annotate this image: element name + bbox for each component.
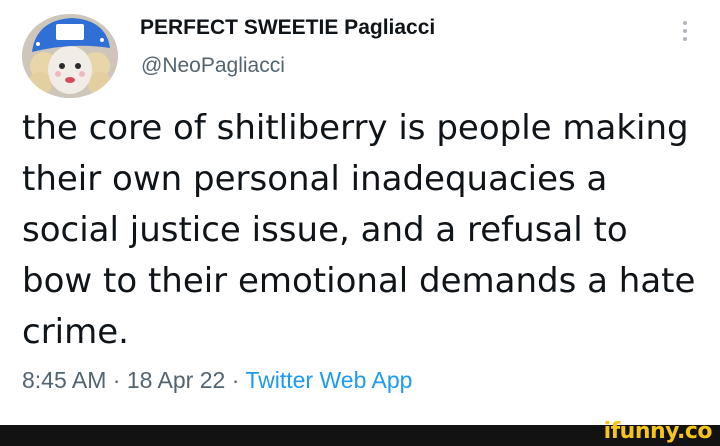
more-options-icon[interactable] (674, 16, 696, 46)
handle[interactable]: @NeoPagliacci (141, 54, 285, 78)
tweet-date[interactable]: 18 Apr 22 (127, 367, 225, 393)
tweet-time[interactable]: 8:45 AM (22, 367, 106, 393)
watermark-bar: ifunny.co (0, 419, 720, 446)
avatar[interactable] (22, 14, 118, 98)
display-name[interactable]: PERFECT SWEETIE Pagliacci (140, 16, 435, 40)
tweet-text: the core of shitliberry is people making… (22, 108, 696, 352)
meta-separator: · (231, 367, 240, 393)
ifunny-watermark: ifunny.co (603, 419, 713, 444)
avatar-image (22, 14, 118, 98)
tweet-source[interactable]: Twitter Web App (245, 367, 412, 393)
tweet-meta: 8:45 AM · 18 Apr 22 · Twitter Web App (22, 367, 412, 394)
meta-separator: · (112, 367, 121, 393)
